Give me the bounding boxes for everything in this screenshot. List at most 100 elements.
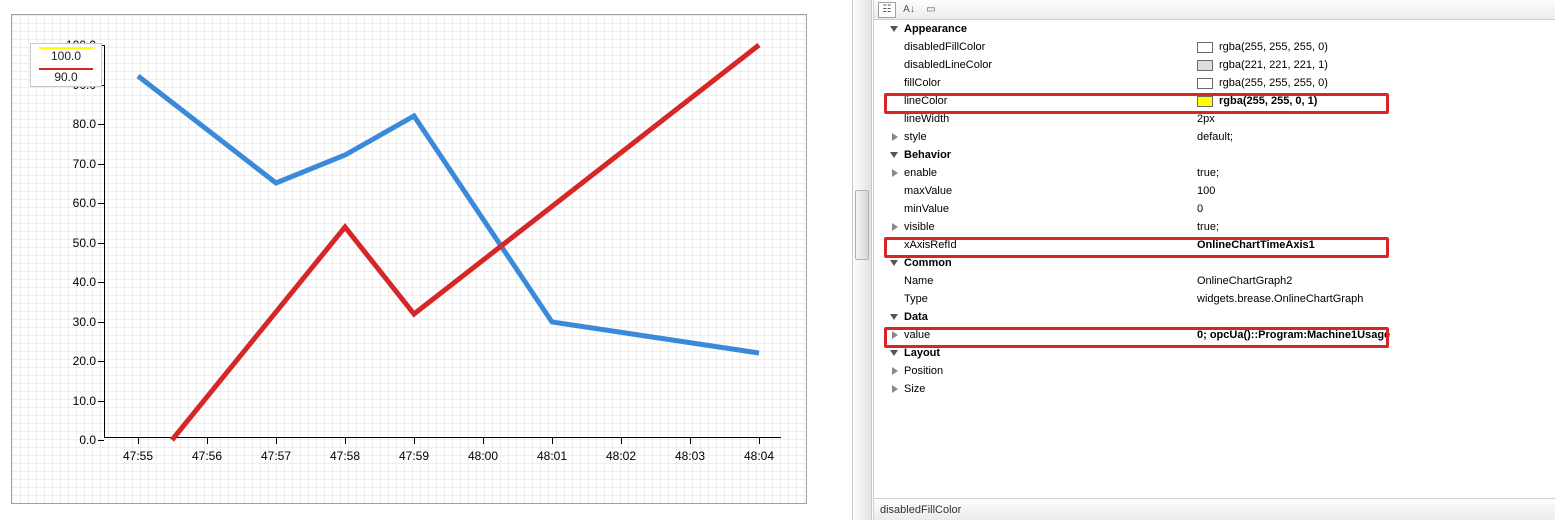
category-label: Appearance bbox=[902, 23, 1197, 35]
collapse-icon bbox=[890, 260, 898, 266]
category-label: Behavior bbox=[902, 149, 1197, 161]
color-swatch-icon bbox=[1197, 96, 1213, 107]
property-description-bar: disabledFillColor bbox=[874, 498, 1555, 520]
category-layout[interactable]: Layout bbox=[874, 344, 1555, 362]
prop-fillcolor[interactable]: fillColor rgba(255, 255, 255, 0) bbox=[874, 74, 1555, 92]
category-data[interactable]: Data bbox=[874, 308, 1555, 326]
categorized-view-button[interactable]: ☷ bbox=[878, 2, 896, 18]
x-label: 48:01 bbox=[537, 449, 567, 463]
x-label: 47:58 bbox=[330, 449, 360, 463]
y-label: 40.0 bbox=[73, 275, 96, 289]
prop-value: true; bbox=[1197, 221, 1219, 233]
prop-key: style bbox=[902, 131, 1197, 143]
prop-key: minValue bbox=[902, 203, 1197, 215]
prop-value-text: 0; opcUa()::Program:Machine1Usage bbox=[1197, 329, 1390, 341]
prop-key: lineWidth bbox=[902, 113, 1197, 125]
expand-icon bbox=[892, 367, 898, 375]
prop-key: Name bbox=[902, 275, 1197, 287]
chart-designer-canvas[interactable]: 100.0 90.0 0.0 10.0 20.0 30.0 40.0 50.0 … bbox=[11, 14, 807, 504]
prop-key: maxValue bbox=[902, 185, 1197, 197]
vertical-scrollbar[interactable] bbox=[852, 0, 872, 520]
category-label: Data bbox=[902, 311, 1197, 323]
prop-key: Size bbox=[902, 383, 1197, 395]
property-panel: ☷ A↓ ▭ Appearance disabledFillColor rgba… bbox=[873, 0, 1555, 520]
color-swatch-icon bbox=[1197, 42, 1213, 53]
prop-key: visible bbox=[902, 221, 1197, 233]
collapse-icon bbox=[890, 152, 898, 158]
y-label: 20.0 bbox=[73, 354, 96, 368]
scroll-thumb[interactable] bbox=[855, 190, 869, 260]
category-behavior[interactable]: Behavior bbox=[874, 146, 1555, 164]
expand-icon bbox=[892, 169, 898, 177]
prop-xaxisrefid[interactable]: xAxisRefId OnlineChartTimeAxis1 bbox=[874, 236, 1555, 254]
prop-visible[interactable]: visible true; bbox=[874, 218, 1555, 236]
x-label: 48:04 bbox=[744, 449, 774, 463]
legend-entry-red: 90.0 bbox=[31, 65, 101, 86]
prop-disabledfillcolor[interactable]: disabledFillColor rgba(255, 255, 255, 0) bbox=[874, 38, 1555, 56]
legend-value: 90.0 bbox=[54, 70, 77, 84]
x-label: 48:02 bbox=[606, 449, 636, 463]
y-label: 30.0 bbox=[73, 315, 96, 329]
category-label: Layout bbox=[902, 347, 1197, 359]
prop-value: OnlineChartGraph2 bbox=[1197, 275, 1292, 287]
y-label: 80.0 bbox=[73, 117, 96, 131]
pages-view-button[interactable]: ▭ bbox=[922, 2, 940, 18]
collapse-icon bbox=[890, 350, 898, 356]
expand-icon bbox=[892, 223, 898, 231]
prop-value: default; bbox=[1197, 131, 1233, 143]
y-label: 0.0 bbox=[79, 433, 96, 447]
property-grid[interactable]: Appearance disabledFillColor rgba(255, 2… bbox=[874, 20, 1555, 498]
plot-area bbox=[104, 45, 783, 440]
prop-value: rgba(221, 221, 221, 1) bbox=[1219, 59, 1328, 71]
series-red bbox=[172, 45, 759, 440]
expand-icon bbox=[892, 331, 898, 339]
prop-enable[interactable]: enable true; bbox=[874, 164, 1555, 182]
prop-minvalue[interactable]: minValue 0 bbox=[874, 200, 1555, 218]
legend-entry-yellow: 100.0 bbox=[31, 44, 101, 65]
prop-value: 2px bbox=[1197, 113, 1215, 125]
prop-value: rgba(255, 255, 255, 0) bbox=[1219, 41, 1328, 53]
prop-key: disabledLineColor bbox=[902, 59, 1197, 71]
prop-value: 100 bbox=[1197, 185, 1215, 197]
prop-value: OnlineChartTimeAxis1 bbox=[1197, 239, 1315, 251]
prop-maxvalue[interactable]: maxValue 100 bbox=[874, 182, 1555, 200]
category-common[interactable]: Common bbox=[874, 254, 1555, 272]
prop-value[interactable]: value 0; opcUa()::Program:Machine1Usage bbox=[874, 326, 1555, 344]
prop-linewidth[interactable]: lineWidth 2px bbox=[874, 110, 1555, 128]
prop-value: rgba(255, 255, 255, 0) bbox=[1219, 77, 1328, 89]
prop-value: widgets.brease.OnlineChartGraph bbox=[1197, 293, 1363, 305]
color-swatch-icon bbox=[1197, 60, 1213, 71]
alpha-sort-button[interactable]: A↓ bbox=[900, 2, 918, 18]
color-swatch-icon bbox=[1197, 78, 1213, 89]
x-label: 48:00 bbox=[468, 449, 498, 463]
prop-style[interactable]: style default; bbox=[874, 128, 1555, 146]
chart-legend: 100.0 90.0 bbox=[30, 43, 102, 87]
category-appearance[interactable]: Appearance bbox=[874, 20, 1555, 38]
prop-disabledlinecolor[interactable]: disabledLineColor rgba(221, 221, 221, 1) bbox=[874, 56, 1555, 74]
collapse-icon bbox=[890, 314, 898, 320]
y-label: 60.0 bbox=[73, 196, 96, 210]
expand-icon bbox=[892, 385, 898, 393]
prop-type[interactable]: Type widgets.brease.OnlineChartGraph bbox=[874, 290, 1555, 308]
y-label: 10.0 bbox=[73, 394, 96, 408]
x-label: 48:03 bbox=[675, 449, 705, 463]
prop-name[interactable]: Name OnlineChartGraph2 bbox=[874, 272, 1555, 290]
y-tick bbox=[98, 440, 104, 441]
prop-position[interactable]: Position bbox=[874, 362, 1555, 380]
expand-icon bbox=[892, 133, 898, 141]
prop-key: Type bbox=[902, 293, 1197, 305]
status-text: disabledFillColor bbox=[880, 504, 961, 516]
prop-value: true; bbox=[1197, 167, 1219, 179]
x-label: 47:56 bbox=[192, 449, 222, 463]
category-label: Common bbox=[902, 257, 1197, 269]
prop-linecolor[interactable]: lineColor rgba(255, 255, 0, 1) bbox=[874, 92, 1555, 110]
prop-size[interactable]: Size bbox=[874, 380, 1555, 398]
prop-key: fillColor bbox=[902, 77, 1197, 89]
prop-key: enable bbox=[902, 167, 1197, 179]
prop-key: xAxisRefId bbox=[902, 239, 1197, 251]
x-label: 47:55 bbox=[123, 449, 153, 463]
property-toolbar: ☷ A↓ ▭ bbox=[874, 0, 1555, 20]
y-label: 70.0 bbox=[73, 157, 96, 171]
x-label: 47:59 bbox=[399, 449, 429, 463]
legend-value: 100.0 bbox=[51, 49, 81, 63]
